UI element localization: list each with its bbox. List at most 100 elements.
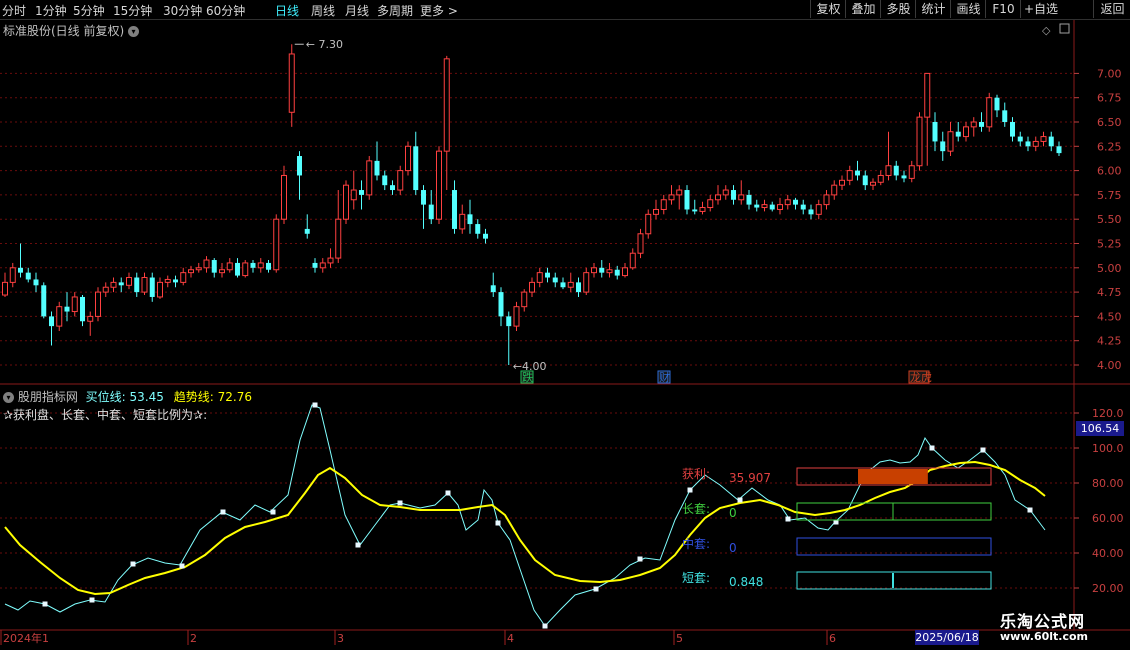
watermark-title: 乐淘公式网 <box>1000 612 1086 631</box>
candle-body <box>18 267 23 273</box>
main-tick-label: 4.25 <box>1097 335 1122 348</box>
indicator-point <box>980 447 986 453</box>
candle-body <box>622 267 628 277</box>
candle-body <box>707 199 714 209</box>
candle-body <box>33 279 39 286</box>
main-tick-label: 6.25 <box>1097 140 1122 153</box>
candle-body <box>1025 141 1031 147</box>
legend-value-0: 35.907 <box>729 471 771 485</box>
event-markers: 跌 财 龙虎 <box>520 370 932 384</box>
candle-body <box>475 224 481 234</box>
candle-body <box>529 281 535 293</box>
candle-body <box>428 204 434 220</box>
main-tick-label: 6.50 <box>1097 116 1122 129</box>
main-tick-label: 7.00 <box>1097 67 1122 80</box>
candle-body <box>203 259 210 269</box>
candle-body <box>102 286 109 293</box>
candle-body <box>64 306 70 312</box>
candle-body <box>846 170 853 181</box>
candle-body <box>421 190 426 205</box>
candle-body <box>583 272 590 293</box>
candle-body <box>413 146 419 191</box>
kline-chart[interactable]: ◇ 7.00 6.75 6.50 6.25 6.00 5.75 5.50 5.25 5.00 4.… <box>0 0 1130 650</box>
candle-body <box>784 199 791 206</box>
candle-body <box>893 165 899 176</box>
candle-body <box>490 285 496 293</box>
legend-label-0: 获利: <box>682 467 710 481</box>
indicator-point <box>737 497 743 503</box>
candle-body <box>242 262 249 277</box>
candle-body <box>443 58 450 152</box>
candle-body <box>71 296 78 313</box>
candle-body <box>1017 136 1023 142</box>
candle-body <box>374 160 380 176</box>
candle-body <box>979 122 984 127</box>
trend-line-value: 72.76 <box>217 390 252 404</box>
main-y-axis: 7.00 6.75 6.50 6.25 6.00 5.75 5.50 5.25 5.00 4.75… <box>1074 67 1122 372</box>
indicator-point <box>1027 507 1033 513</box>
candle-body <box>297 156 302 176</box>
candle-body <box>599 267 605 273</box>
indicator-dropdown-icon[interactable]: ▾ <box>3 392 14 403</box>
trend-line-label: 趋势线: <box>173 390 214 404</box>
candle-body <box>668 194 675 201</box>
x-label-1: 2 <box>190 632 197 645</box>
candle-body <box>118 282 124 286</box>
candle-body <box>536 272 543 283</box>
candle-body <box>226 262 233 271</box>
candle-body <box>459 213 466 230</box>
legend-label-2: 中套: <box>682 536 710 551</box>
cursor-value-label: 106.54 <box>1076 421 1124 436</box>
high-label: ← 7.30 <box>306 38 343 51</box>
main-tick-label: 4.50 <box>1097 310 1122 323</box>
x-label-5: 6 <box>829 632 836 645</box>
candle-body <box>312 262 318 268</box>
diamond-icon[interactable]: ◇ <box>1042 24 1051 37</box>
indicator-point <box>542 623 548 629</box>
candle-body <box>498 292 504 317</box>
candle-body <box>855 170 860 176</box>
candle-body <box>862 175 868 186</box>
indicator-point <box>312 402 318 408</box>
legend-value-1: 0 <box>729 506 737 520</box>
grid-lines <box>0 72 1074 589</box>
candle-body <box>483 233 488 239</box>
candle-body <box>877 174 884 183</box>
candle-body <box>304 228 310 234</box>
indicator-point <box>929 445 935 451</box>
legend-value-3: 0.848 <box>729 575 763 589</box>
indicator-tick-label: 60.00 <box>1092 512 1124 525</box>
candle-body <box>157 281 163 298</box>
candle-body <box>545 272 550 278</box>
candle-body <box>823 194 830 206</box>
legend-box-2 <box>796 537 992 556</box>
candle-body <box>219 269 225 274</box>
panel-toggle-icon[interactable] <box>1059 23 1070 34</box>
indicator-point <box>130 561 136 567</box>
legend-value-2: 0 <box>729 541 737 555</box>
candle-body <box>746 194 752 205</box>
indicator-title[interactable]: ▾ 股朋指标网 买位线: 53.45 趋势线: 72.76 <box>3 388 252 405</box>
candle-body <box>908 165 915 179</box>
candle-body <box>250 262 256 268</box>
candle-body <box>653 208 659 215</box>
candle-body <box>552 277 558 283</box>
candle-body <box>940 141 946 152</box>
candle-body <box>195 267 202 271</box>
indicator-point <box>89 597 95 603</box>
indicator-legend: 获利: 35.907 长套: 0 中套: 0 短套: 0.848 <box>682 467 992 590</box>
candle-body <box>1048 136 1054 147</box>
indicator-point <box>445 490 451 496</box>
candle-body <box>513 306 520 327</box>
buy-line-label: 买位线: <box>85 390 126 404</box>
indicator-lines <box>4 402 1046 629</box>
candle-body <box>87 315 94 322</box>
candle-body <box>606 269 613 274</box>
indicator-name: 股朋指标网 <box>17 390 78 404</box>
candle-body <box>467 214 473 225</box>
candle-body <box>1032 140 1039 147</box>
candle-body <box>777 204 783 210</box>
candle-body <box>684 190 690 210</box>
candle-body <box>49 316 54 327</box>
candle-body <box>839 179 845 186</box>
